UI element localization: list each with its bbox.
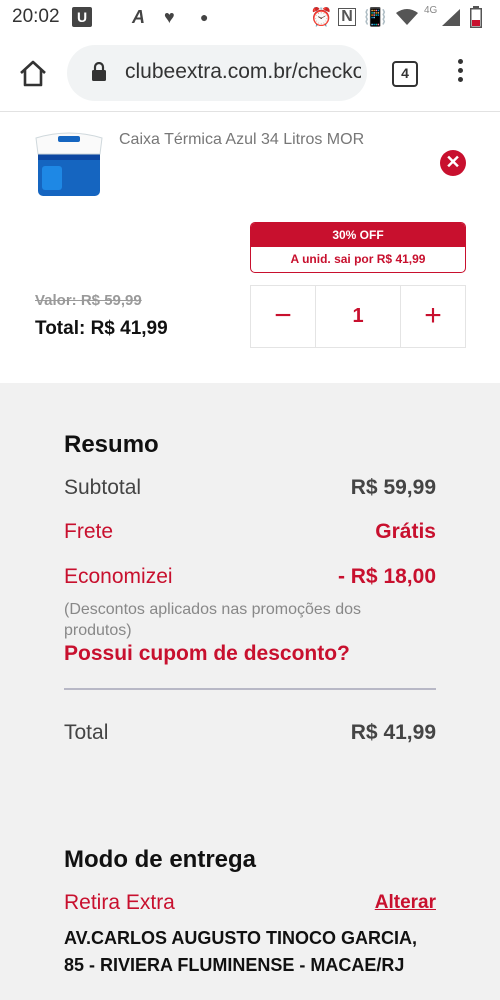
delivery-mode: Retira Extra (64, 891, 175, 914)
signal-icon (442, 9, 460, 26)
coupon-link[interactable]: Possui cupom de desconto? (64, 642, 350, 666)
heart-icon: ♥ (164, 7, 175, 27)
u-app-icon: U (72, 7, 92, 27)
economizei-value: - R$ 18,00 (337, 565, 436, 588)
order-summary: Resumo Subtotal R$ 59,99 Frete Grátis Ec… (0, 383, 500, 1000)
unit-price-prefix: A unid. sai por (290, 252, 377, 266)
delivery-title: Modo de entrega (64, 846, 257, 873)
divider (64, 688, 436, 690)
change-delivery-link[interactable]: Alterar (375, 892, 436, 914)
product-image[interactable] (32, 126, 106, 198)
lock-icon (92, 62, 106, 81)
frete-value: Grátis (375, 520, 436, 543)
quantity-value[interactable]: 1 (315, 286, 401, 347)
product-name[interactable]: Caixa Térmica Azul 34 Litros MOR (119, 131, 364, 149)
network-type: 4G (424, 5, 438, 16)
vibrate-icon: 📳 (364, 7, 387, 27)
increase-quantity-button[interactable]: + (401, 286, 465, 347)
summary-title: Resumo (64, 431, 159, 458)
status-bar: 20:02 U A ♥ ● ⏰ N 📳 4G (0, 0, 500, 34)
battery-icon (470, 6, 482, 28)
cart-item: Caixa Térmica Azul 34 Litros MOR ✕ 30% O… (0, 112, 500, 383)
app-a-icon: A (132, 7, 145, 27)
old-price: Valor: R$ 59,99 (35, 292, 142, 309)
unit-price-note: A unid. sai por R$ 41,99 (251, 247, 465, 272)
total-label: Total (64, 721, 109, 744)
subtotal-label: Subtotal (64, 476, 142, 499)
delivery-address: AV.CARLOS AUGUSTO TINOCO GARCIA, 85 - RI… (64, 928, 418, 975)
nfc-icon: N (338, 8, 356, 26)
tab-switcher-button[interactable]: 4 (392, 61, 418, 87)
promo-badge: 30% OFF A unid. sai por R$ 41,99 (250, 222, 466, 273)
url-text[interactable]: clubeextra.com.br/checkout (125, 60, 361, 84)
alarm-icon: ⏰ (310, 7, 333, 27)
dot-icon: ● (200, 9, 209, 25)
status-time: 20:02 (12, 6, 60, 27)
economizei-label: Economizei (64, 565, 173, 588)
item-total: Total: R$ 41,99 (35, 318, 168, 339)
menu-dots-icon[interactable] (455, 59, 465, 89)
frete-label: Frete (64, 520, 114, 543)
discount-note: (Descontos aplicados nas promoções dos p… (64, 601, 362, 639)
wifi-icon (396, 9, 418, 25)
subtotal-value: R$ 59,99 (350, 476, 436, 499)
discount-percent: 30% OFF (251, 223, 465, 247)
home-icon[interactable] (18, 58, 48, 88)
quantity-stepper: − 1 + (250, 285, 466, 348)
remove-item-icon[interactable]: ✕ (440, 150, 466, 176)
total-value: R$ 41,99 (350, 721, 436, 744)
unit-price-value: R$ 41,99 (376, 252, 426, 266)
decrease-quantity-button[interactable]: − (251, 286, 315, 347)
browser-toolbar: clubeextra.com.br/checkout 4 (0, 34, 500, 112)
address-bar[interactable]: clubeextra.com.br/checkout (67, 45, 367, 101)
